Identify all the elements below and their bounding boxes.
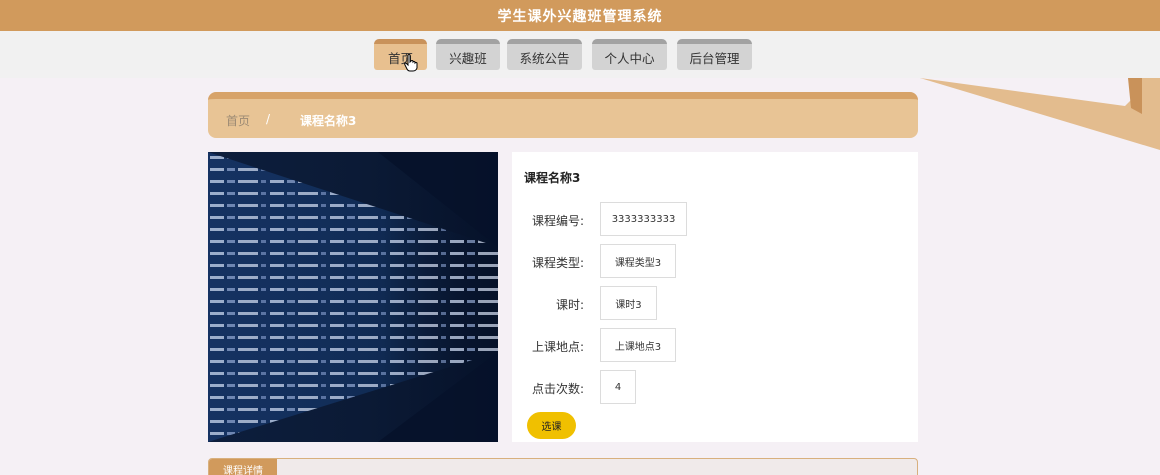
nav-item-label: 后台管理 — [689, 50, 740, 66]
location-label: 上课地点: — [531, 340, 584, 354]
course-code-value: 3333333333 — [600, 202, 687, 236]
nav-item-label: 兴趣班 — [449, 50, 487, 66]
course-details-tab[interactable]: 课程详情 — [209, 459, 277, 475]
enroll-button[interactable]: 选课 — [527, 412, 576, 439]
course-type-value: 课程类型3 — [600, 244, 676, 278]
class-hours-label: 课时: — [555, 298, 584, 312]
breadcrumb: 首页 / 课程名称3 — [208, 92, 918, 138]
nav-item-admin[interactable]: 后台管理 — [677, 39, 752, 70]
click-count-value: 4 — [600, 370, 636, 404]
class-hours-value: 课时3 — [600, 286, 657, 320]
course-image — [208, 152, 498, 442]
app-title: 学生课外兴趣班管理系统 — [497, 8, 663, 25]
nav-item-announcements[interactable]: 系统公告 — [507, 39, 582, 70]
course-code-label: 课程编号: — [531, 214, 584, 228]
nav-item-home[interactable]: 首页 — [374, 39, 427, 70]
course-type-label: 课程类型: — [531, 256, 584, 270]
nav-item-interest-class[interactable]: 兴趣班 — [436, 39, 500, 70]
course-detail-panel: 课程名称3 课程编号: 3333333333 课程类型: 课程类型3 课时: 课… — [512, 152, 918, 442]
nav-item-label: 个人中心 — [604, 50, 655, 66]
breadcrumb-home-link[interactable]: 首页 — [226, 112, 250, 129]
nav-item-personal-center[interactable]: 个人中心 — [592, 39, 667, 70]
breadcrumb-separator: / — [266, 112, 271, 126]
corner-decoration — [920, 78, 1160, 150]
course-name: 课程名称3 — [524, 171, 581, 185]
hand-cursor-icon — [404, 54, 418, 72]
nav-item-label: 系统公告 — [519, 50, 570, 66]
breadcrumb-current: 课程名称3 — [300, 114, 357, 128]
title-bar: 学生课外兴趣班管理系统 — [0, 0, 1160, 31]
click-count-label: 点击次数: — [531, 382, 584, 396]
nav-bar: 首页 兴趣班 系统公告 个人中心 后台管理 — [0, 31, 1160, 78]
location-value: 上课地点3 — [600, 328, 676, 362]
course-details-section: 课程详情 — [208, 458, 918, 475]
